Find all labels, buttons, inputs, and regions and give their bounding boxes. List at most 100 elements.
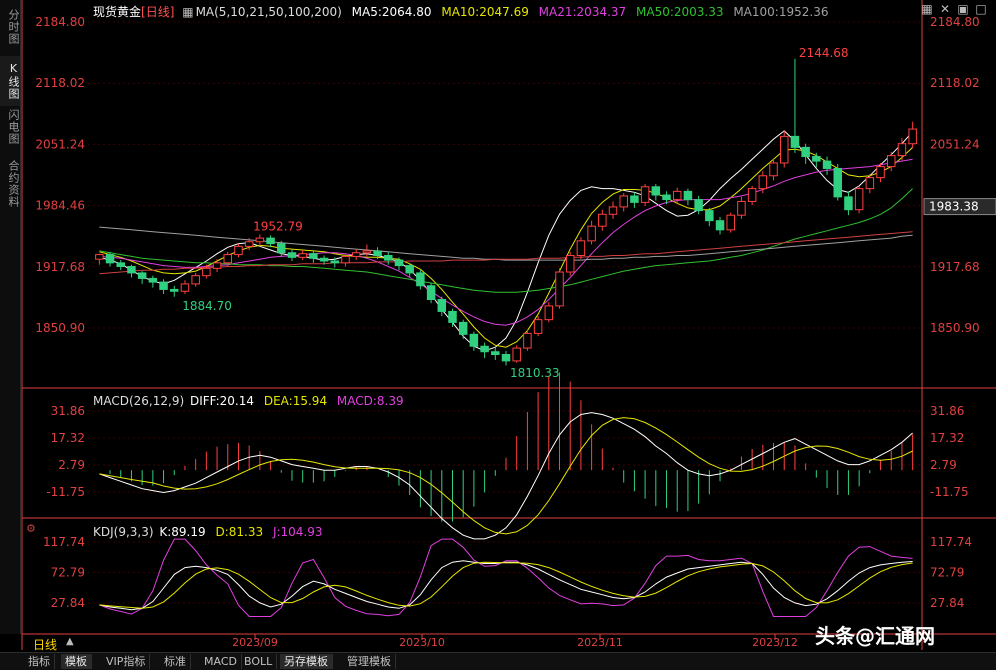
candle-body [116,262,125,268]
candle-body [801,146,810,158]
price-tick-right: 2118.02 [930,76,980,90]
ma10-value: MA10:2047.69 [441,5,529,19]
toolbar-standard[interactable]: 标准 [160,654,191,669]
candle-body [758,175,768,190]
ma50-value: MA50:2003.33 [636,5,724,19]
macd-tick-left: -11.75 [46,485,85,499]
candle-body [683,190,693,201]
candle-body [319,257,329,262]
macd-diff-line [99,412,913,540]
kdj-j-line [99,538,913,617]
candle-body [277,243,286,254]
candle-body [469,333,479,347]
candle-body [779,135,789,164]
candle-body [630,195,639,203]
annotation-low: 1810.33 [510,366,560,380]
candle-body [234,245,243,256]
candle-body [844,196,853,211]
candle-body [287,252,297,258]
macd-legend: MACD(26,12,9) DIFF:20.14 DEA:15.94 MACD:… [93,394,410,408]
price-tick-right: 2051.24 [930,137,980,151]
dea-value: DEA:15.94 [263,394,328,408]
candle-body [491,351,500,355]
toolbar-manage-templates[interactable]: 管理模板 [343,654,396,669]
candle-body [865,177,875,190]
candle-body [544,305,554,321]
ma21-value: MA21:2034.37 [538,5,627,19]
candle-body [137,272,147,279]
candle-body [212,262,222,269]
candle-body [266,237,275,245]
price-tick-right: 1917.68 [930,260,980,274]
price-tick-left: 2118.02 [35,76,85,90]
close-icon[interactable]: ✕ [936,2,954,16]
macd-dea-line [99,417,913,535]
current-price-label: 1983.38 [929,200,979,214]
candle-body [416,272,425,287]
price-tick-left: 1984.46 [35,199,85,213]
candle-body [448,310,457,323]
price-tick-right: 2184.80 [930,15,980,29]
settings-icon[interactable]: ⚙ [26,522,36,535]
candle-body [608,206,618,215]
macd-tick-left: 2.79 [58,458,85,472]
toolbar-boll[interactable]: BOLL [240,654,278,669]
candle-body [426,285,436,300]
candle-body [533,319,543,334]
grid-icon[interactable]: ▦ [918,2,936,16]
candle-body [651,186,661,196]
candle-body [309,253,318,259]
chart-canvas[interactable]: 2184.80 2184.80 2118.02 2118.02 2051.24 2051.… [0,0,996,669]
candle-body [95,254,104,260]
time-label: 2023/11 [577,636,623,649]
macd-tick-right: 2.79 [930,458,957,472]
candle-body [822,160,832,169]
kdj-tick-right: 72.79 [930,566,964,580]
maximize-icon[interactable]: □ [972,2,990,16]
candle-body [555,271,564,307]
candle-body [576,240,586,257]
macd-tick-left: 17.32 [51,431,85,445]
toolbar-templates[interactable]: 模板 [61,654,92,669]
d-value: D:81.33 [215,525,264,539]
kdj-legend: KDJ(9,3,3) K:89.19 D:81.33 J:104.93 [93,525,329,539]
kdj-tick-left: 72.79 [51,566,85,580]
candle-body [715,220,725,231]
caret-up-icon[interactable]: ▲ [66,636,74,647]
candle-body [148,277,158,283]
candle-body [180,283,190,292]
annotation-swing-low: 1884.70 [182,299,232,313]
candle-body [672,190,682,201]
kdj-tick-right: 117.74 [930,535,972,549]
restore-icon[interactable]: ▣ [954,2,972,16]
ma-params: MA(5,10,21,50,100,200) [195,5,342,19]
candle-body [747,188,757,202]
kdj-tick-left: 117.74 [43,535,85,549]
toolbar-indicators[interactable]: 指标 [24,654,55,669]
price-tick-left: 1850.90 [35,321,85,335]
candle-body [833,167,842,198]
toolbar-macd[interactable]: MACD [200,654,242,669]
candle-body [191,275,200,285]
toolbar-vip-indicators[interactable]: VIP指标 [102,654,151,669]
candle-body [384,255,393,261]
candle-body [202,267,211,277]
ma-legend-icon[interactable]: ▦ [182,5,193,19]
candle-body [523,332,532,349]
candle-body [159,281,168,290]
time-label: 2023/09 [232,636,278,649]
candle-body [897,143,907,157]
ma100-value: MA100:1952.36 [733,5,829,19]
candle-body [330,260,340,264]
period-selector[interactable]: 日线 [33,636,57,653]
annotation-high: 2144.68 [799,46,849,60]
kdj-d-line [99,561,913,609]
candle-body [705,210,714,222]
price-tick-left: 2184.80 [35,15,85,29]
candle-body [790,135,800,148]
candle-body [223,254,233,264]
ma-line-ma10 [99,147,913,348]
toolbar-save-template[interactable]: 另存模板 [280,654,333,669]
candle-body [362,250,372,254]
candle-body [587,225,596,242]
